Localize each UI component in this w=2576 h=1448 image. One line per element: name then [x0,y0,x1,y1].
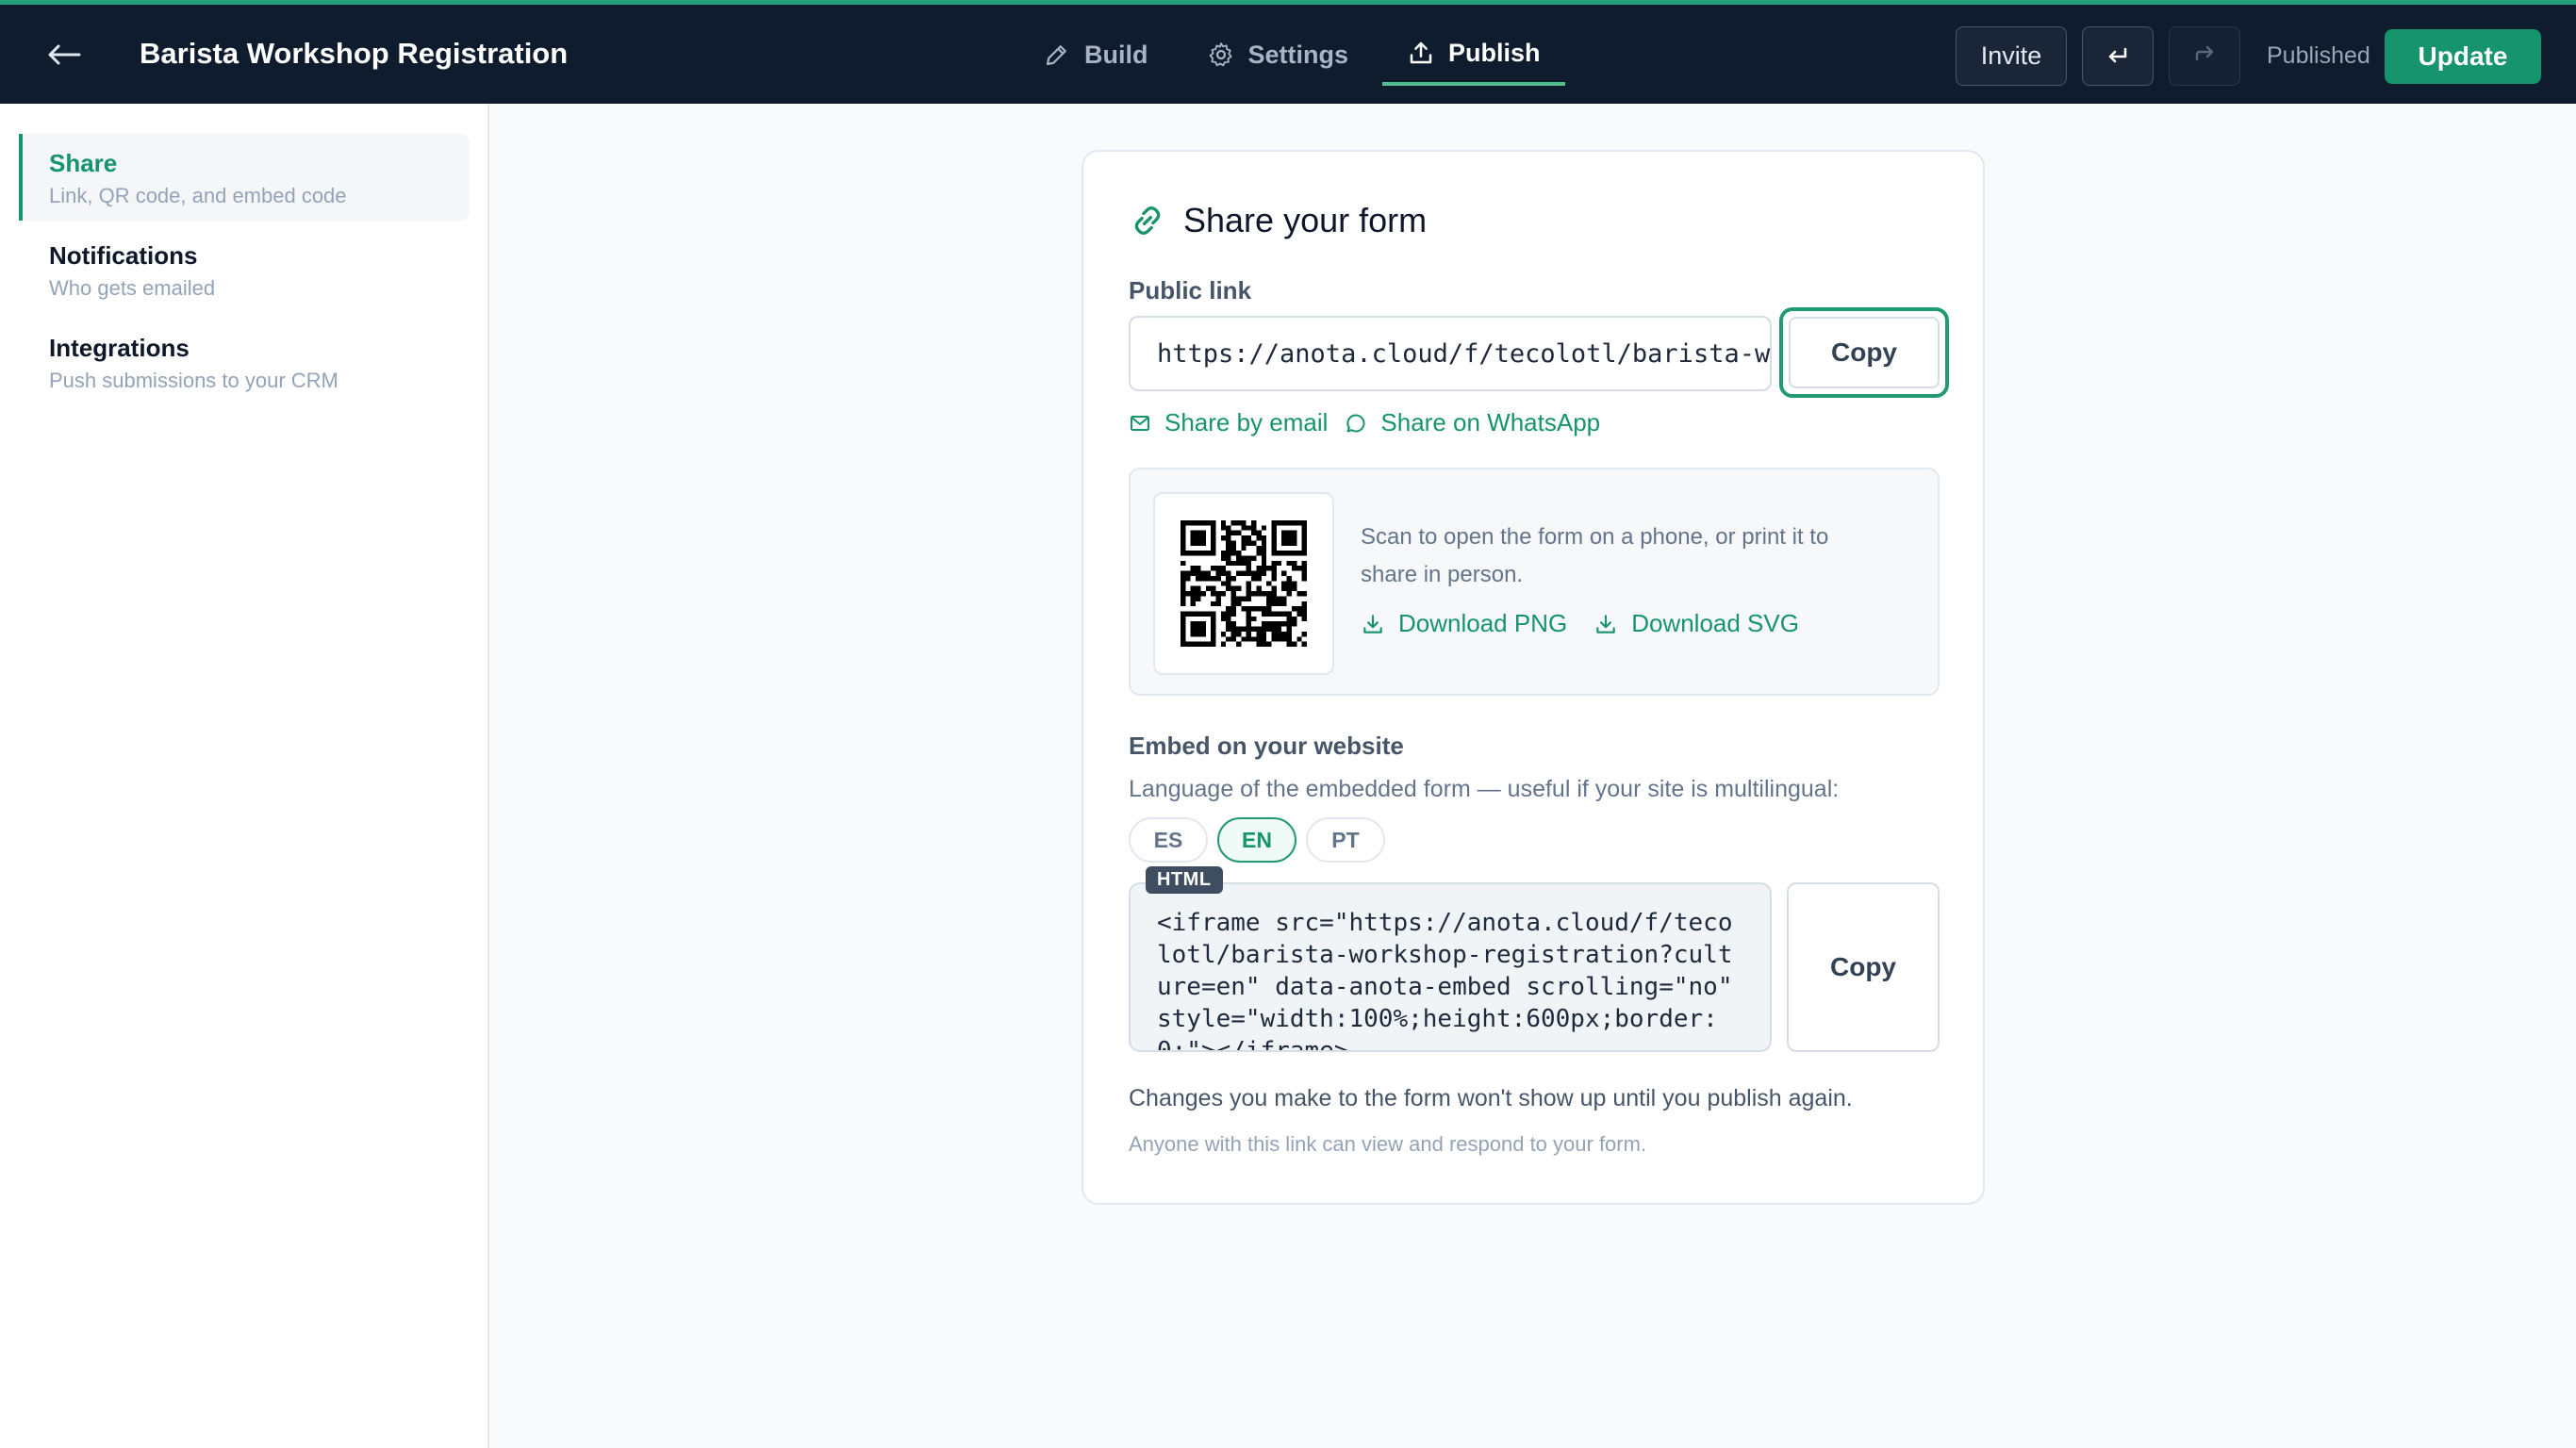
sidebar-item-description: Push submissions to your CRM [49,369,339,392]
download-icon [1363,614,1382,634]
link-icon [1134,206,1161,235]
tab-settings[interactable]: Settings [1182,24,1374,86]
share-options: Share by email Share on WhatsApp [1129,408,1617,437]
share-whatsapp-label: Share on WhatsApp [1380,408,1601,436]
invite-button[interactable]: Invite [1956,26,2067,86]
code-language-badge: HTML [1146,866,1223,894]
share-whatsapp-link[interactable]: Share on WhatsApp [1345,408,1600,437]
share-email-label: Share by email [1164,408,1329,436]
redo-button[interactable] [2169,26,2240,86]
qr-downloads: Download PNG Download SVG [1361,609,1825,638]
upload-icon [1410,41,1432,64]
public-link-field[interactable]: https://anota.cloud/f/tecolotl/barista-w… [1129,316,1772,391]
update-button[interactable]: Update [2385,29,2541,84]
embed-label: Embed on your website [1129,732,1404,760]
sidebar-item-label: Share [49,149,118,177]
copy-link-label: Copy [1789,317,1940,388]
sidebar-item-notifications[interactable]: Notifications Who gets emailed [19,226,470,313]
share-card-title: Share your form [1129,201,1427,240]
download-svg-link[interactable]: Download SVG [1593,609,1799,638]
undo-button[interactable] [2082,26,2154,86]
form-title: Barista Workshop Registration [140,37,569,70]
top-bar: Barista Workshop Registration Build Sett… [0,0,2576,104]
sidebar-item-share[interactable]: Share Link, QR code, and embed code [19,134,470,221]
download-icon [1596,614,1615,634]
mode-tabs: Build Settings Publish [1018,24,1575,90]
publish-sidebar: Share Link, QR code, and embed code Noti… [0,104,489,1448]
download-png-label: Download PNG [1398,609,1568,637]
embed-help-text: Language of the embedded form — useful i… [1129,776,1840,802]
share-email-link[interactable]: Share by email [1129,408,1328,437]
tab-settings-label: Settings [1247,40,1349,69]
qr-code-image [1181,520,1307,647]
sidebar-item-label: Integrations [49,334,190,362]
arrow-left-icon [48,44,81,65]
language-option-pt[interactable]: PT [1306,817,1385,863]
chat-bubble-icon [1346,413,1365,432]
embed-language-selector: ES EN PT [1129,817,1395,863]
access-note: Anyone with this link can view and respo… [1129,1132,1647,1156]
tab-publish[interactable]: Publish [1382,24,1565,86]
back-button[interactable] [45,39,83,71]
embed-code-field[interactable]: <iframe src="https://anota.cloud/f/tecol… [1129,882,1772,1052]
share-title-text: Share your form [1183,201,1428,239]
qr-description: Scan to open the form on a phone, or pri… [1361,524,1829,587]
download-svg-label: Download SVG [1631,609,1799,637]
copy-embed-button[interactable]: Copy [1787,882,1940,1052]
tab-build[interactable]: Build [1018,24,1173,86]
embed-code-text: <iframe src="https://anota.cloud/f/tecol… [1157,909,1748,1052]
qr-code-frame [1153,492,1334,675]
gear-icon [1209,42,1232,67]
tab-build-label: Build [1084,40,1148,69]
redo-icon [2195,45,2214,60]
qr-code-panel: Scan to open the form on a phone, or pri… [1129,468,1940,696]
publish-status: Published [2267,42,2370,69]
sidebar-item-integrations[interactable]: Integrations Push submissions to your CR… [19,319,470,405]
language-option-es[interactable]: ES [1129,817,1208,863]
mail-icon [1131,415,1149,431]
sidebar-item-description: Who gets emailed [49,276,216,300]
pencil-icon [1046,45,1066,66]
language-option-en[interactable]: EN [1217,817,1296,863]
tab-publish-label: Publish [1448,38,1541,67]
undo-icon [2108,47,2127,62]
share-card: Share your form Public link https://anot… [1082,150,1985,1205]
copy-link-button[interactable]: Copy [1779,307,1949,398]
sidebar-item-description: Link, QR code, and embed code [49,184,347,207]
download-png-link[interactable]: Download PNG [1361,609,1567,638]
sidebar-item-label: Notifications [49,241,198,270]
publish-note: Changes you make to the form won't show … [1129,1085,1853,1111]
public-link-label: Public link [1129,276,1252,304]
